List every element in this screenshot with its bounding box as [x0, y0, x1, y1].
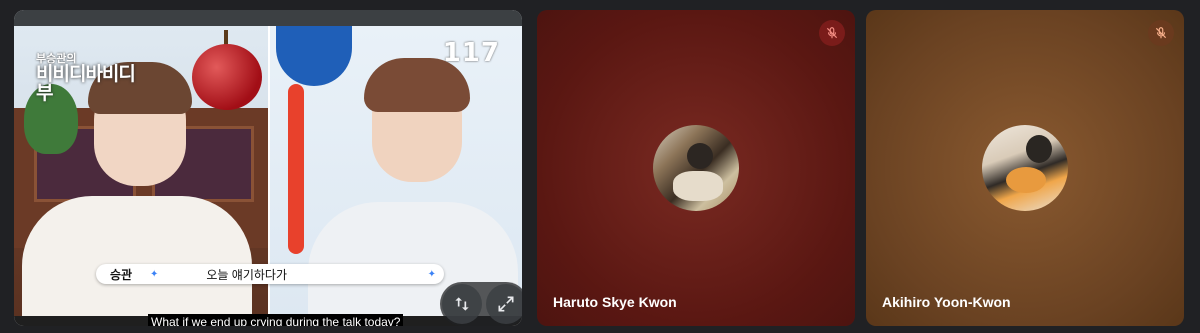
swap-vertical-icon [455, 297, 469, 311]
fullscreen-icon [498, 296, 514, 312]
participant-tile-haruto[interactable]: Haruto Skye Kwon [537, 10, 855, 326]
sparkle-icon: ✦ [150, 268, 159, 280]
shared-video-tile[interactable]: 부승관의 비비디바비디부 117 승관 ✦ 오늘 얘기하다가 ✦ What if… [14, 10, 522, 326]
sparkle-icon: ✦ [427, 268, 436, 280]
video-top-bar [14, 10, 522, 26]
participant-name: Haruto Skye Kwon [553, 294, 677, 310]
participant-tile-akihiro[interactable]: Akihiro Yoon-Kwon [866, 10, 1184, 326]
mic-off-icon [1155, 27, 1167, 39]
caption-bar: 승관 ✦ 오늘 얘기하다가 ✦ [96, 264, 444, 284]
avatar-face [687, 143, 713, 169]
avatar-face [1026, 135, 1052, 163]
mute-indicator [819, 20, 845, 46]
avatar [653, 125, 739, 211]
person-left-body [22, 196, 252, 316]
mic-off-icon [826, 27, 838, 39]
closed-caption: What if we end up crying during the talk… [148, 314, 404, 326]
avatar [982, 125, 1068, 211]
lamp-stem [288, 84, 304, 254]
caption-text: 오늘 얘기하다가 [206, 267, 288, 282]
mute-indicator [1148, 20, 1174, 46]
channel-logo: 117 [442, 38, 500, 68]
caption-speaker: 승관 [110, 267, 133, 282]
cherry-prop [192, 44, 262, 110]
fullscreen-button[interactable] [486, 284, 522, 324]
swap-button[interactable] [442, 284, 482, 324]
show-logo: 부승관의 비비디바비디부 [36, 54, 146, 104]
lamp-shade [276, 26, 352, 86]
avatar-food [1006, 167, 1046, 193]
show-logo-line2: 비비디바비디부 [36, 64, 136, 104]
avatar-shirt [673, 171, 723, 201]
participant-name: Akihiro Yoon-Kwon [882, 294, 1011, 310]
